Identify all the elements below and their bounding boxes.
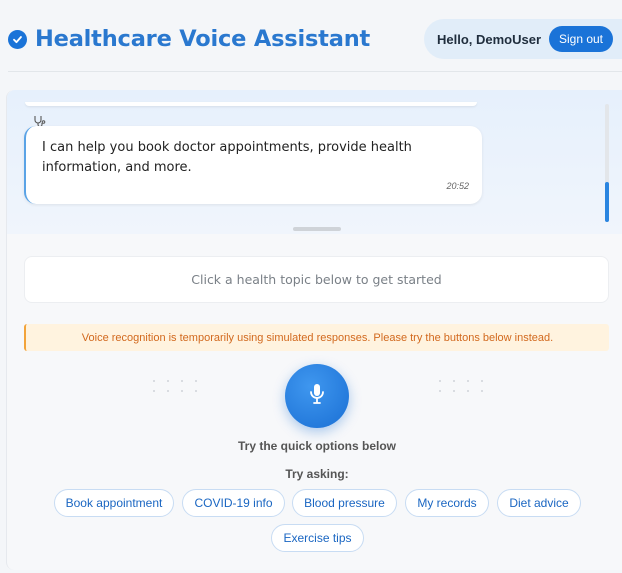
stethoscope-icon [33,114,47,128]
chat-history[interactable]: I can help you book doctor appointments,… [7,90,622,234]
status-prompt: Click a health topic below to get starte… [24,256,609,303]
check-circle-icon [8,30,27,49]
mic-hint-text: Try the quick options below [237,439,396,453]
chip-my-records[interactable]: My records [405,489,489,517]
header-divider [8,71,622,72]
voice-warning-banner: Voice recognition is temporarily using s… [24,324,609,351]
resize-handle[interactable] [293,227,341,231]
sign-out-button[interactable]: Sign out [549,26,613,52]
left-wave-dots [147,376,203,400]
chat-scrollbar-thumb[interactable] [605,182,609,222]
user-greeting: Hello, DemoUser [437,32,542,47]
suggestions-heading: Try asking: [285,467,349,481]
user-panel: Hello, DemoUser Sign out [424,19,622,59]
chip-covid-info[interactable]: COVID-19 info [182,489,285,517]
app-header: Healthcare Voice Assistant Hello, DemoUs… [0,0,622,72]
chat-scrollbar[interactable] [605,104,609,222]
assistant-message-bubble: I can help you book doctor appointments,… [24,126,482,204]
message-text: I can help you book doctor appointments,… [42,140,412,175]
chip-diet-advice[interactable]: Diet advice [497,489,581,517]
chip-exercise-tips[interactable]: Exercise tips [271,524,364,552]
chip-blood-pressure[interactable]: Blood pressure [292,489,397,517]
assistant-panel: I can help you book doctor appointments,… [6,90,622,570]
message-timestamp: 20:52 [446,181,469,191]
previous-message-bubble [25,102,477,106]
app-title: Healthcare Voice Assistant [35,26,371,52]
microphone-icon [308,382,326,411]
chip-book-appointment[interactable]: Book appointment [54,489,174,517]
right-wave-dots [433,376,489,400]
microphone-button[interactable] [285,364,349,428]
